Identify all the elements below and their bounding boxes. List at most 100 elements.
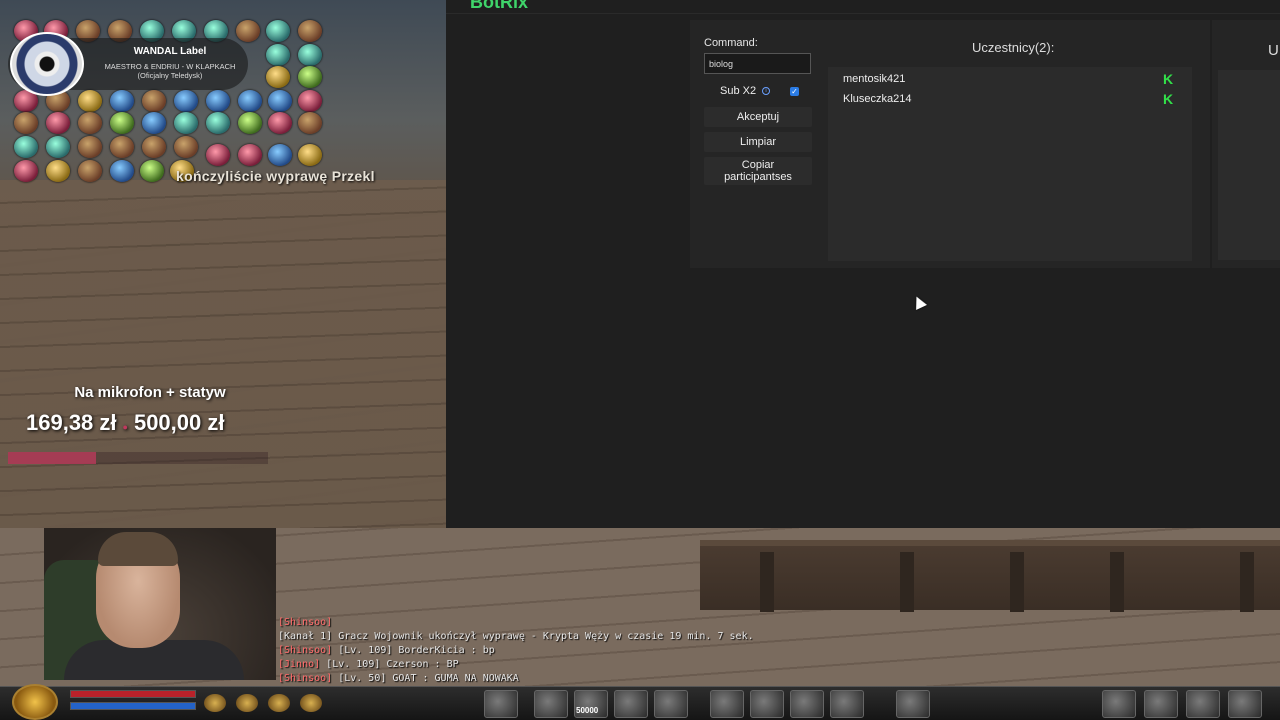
- item-icon[interactable]: [14, 112, 38, 134]
- item-icon[interactable]: [110, 90, 134, 112]
- item-icon[interactable]: [268, 112, 292, 134]
- sub-x2-row: Sub X2 i: [720, 85, 771, 97]
- health-bar: [70, 690, 196, 698]
- system-message: kończyliście wyprawę Przekl: [176, 168, 375, 184]
- item-icon[interactable]: [78, 136, 102, 158]
- donation-separator-dot: ●: [122, 422, 128, 432]
- item-icon[interactable]: [78, 160, 102, 182]
- now-playing-title: WANDAL Label: [133, 46, 207, 57]
- item-icon[interactable]: [266, 44, 290, 66]
- item-icon[interactable]: [266, 66, 290, 88]
- participant-name: Kluseczka214: [843, 93, 912, 105]
- chat-text: [Lv. 50] GOAT : GUMA NA NOWAKA: [332, 673, 519, 684]
- quick-slot-orb[interactable]: [300, 694, 322, 712]
- participant-name: mentosik421: [843, 73, 906, 85]
- item-icon[interactable]: [298, 20, 322, 42]
- item-icon[interactable]: [298, 144, 322, 166]
- skill-slot[interactable]: [750, 690, 784, 718]
- donation-goal-amounts: 169,38 zł ● 500,00 zł: [26, 410, 224, 436]
- donation-goal-label: Na mikrofon + statyw: [74, 384, 226, 401]
- chat-line: [Kanał 1] Gracz Wojownik ukończył wypraw…: [278, 630, 798, 644]
- skill-slot[interactable]: [830, 690, 864, 718]
- item-icon[interactable]: [238, 144, 262, 166]
- item-icon[interactable]: [46, 160, 70, 182]
- menu-slot[interactable]: [1144, 690, 1178, 718]
- item-icon[interactable]: [174, 112, 198, 134]
- accept-button[interactable]: Akceptuj: [704, 107, 812, 127]
- item-icon[interactable]: [206, 144, 230, 166]
- chat-channel-tag: [Shinsoo]: [278, 645, 333, 656]
- item-icon[interactable]: [266, 20, 290, 42]
- item-icon[interactable]: [206, 90, 230, 112]
- quick-slot-orb[interactable]: [204, 694, 226, 712]
- item-icon[interactable]: [268, 144, 292, 166]
- item-icon[interactable]: [142, 136, 166, 158]
- item-icon[interactable]: [238, 112, 262, 134]
- character-orb-icon[interactable]: [12, 684, 58, 720]
- right-panel-box: [1218, 70, 1280, 260]
- chat-channel-tag: [Shinsoo]: [278, 617, 333, 628]
- clear-button[interactable]: Limpiar: [704, 132, 812, 152]
- sub-x2-label: Sub X2: [720, 85, 757, 97]
- item-icon[interactable]: [206, 112, 230, 134]
- item-icon[interactable]: [46, 112, 70, 134]
- menu-slot[interactable]: [1228, 690, 1262, 718]
- item-icon[interactable]: [78, 112, 102, 134]
- menu-slot[interactable]: [1186, 690, 1220, 718]
- chat-text: [Kanał 1] Gracz Wojownik ukończył wypraw…: [278, 631, 754, 642]
- album-art-disc: [10, 32, 84, 96]
- quick-slot-orb[interactable]: [268, 694, 290, 712]
- item-icon[interactable]: [140, 160, 164, 182]
- skill-slot[interactable]: [484, 690, 518, 718]
- hotbar-counter: 50000: [576, 706, 599, 715]
- skill-slot[interactable]: [710, 690, 744, 718]
- item-icon[interactable]: [46, 136, 70, 158]
- item-icon[interactable]: [110, 112, 134, 134]
- item-icon[interactable]: [174, 136, 198, 158]
- kick-logo-icon[interactable]: K: [1163, 72, 1176, 86]
- chat-channel-tag: [Jinno]: [278, 659, 321, 670]
- copy-participants-button[interactable]: Copiar participantses: [704, 157, 812, 185]
- command-input[interactable]: [704, 53, 811, 74]
- item-icon[interactable]: [142, 90, 166, 112]
- donation-progress-fill: [8, 452, 97, 464]
- item-icon[interactable]: [110, 136, 134, 158]
- donation-current: 169,38 zł: [26, 410, 117, 435]
- item-icon[interactable]: [298, 66, 322, 88]
- chat-line: [Jinno] [Lv. 109] Czerson : BP: [278, 658, 798, 672]
- item-icon[interactable]: [174, 90, 198, 112]
- command-label: Command:: [704, 37, 758, 49]
- item-icon[interactable]: [142, 112, 166, 134]
- item-icon[interactable]: [298, 90, 322, 112]
- item-icon[interactable]: [14, 136, 38, 158]
- item-icon[interactable]: [78, 90, 102, 112]
- skill-slot[interactable]: [534, 690, 568, 718]
- chat-line: [Shinsoo] [Lv. 109] BorderKicia : bp: [278, 644, 798, 658]
- item-icon[interactable]: [236, 20, 260, 42]
- skill-slot[interactable]: [614, 690, 648, 718]
- railing-post: [900, 552, 914, 612]
- participants-title: Uczestnicy(2):: [972, 40, 1055, 55]
- app-content: U Command: Sub X2 i ✓ Akceptuj Limpiar C…: [446, 0, 1280, 528]
- railing-post: [1010, 552, 1024, 612]
- item-icon[interactable]: [268, 90, 292, 112]
- chat-text: [Lv. 109] BorderKicia : bp: [332, 645, 495, 656]
- railing-post: [1240, 552, 1254, 612]
- item-icon[interactable]: [238, 90, 262, 112]
- sub-x2-checkbox[interactable]: ✓: [790, 87, 799, 96]
- skill-slot[interactable]: [896, 690, 930, 718]
- info-icon[interactable]: i: [762, 87, 771, 95]
- skill-slot[interactable]: [790, 690, 824, 718]
- skill-slot[interactable]: [654, 690, 688, 718]
- item-icon[interactable]: [110, 160, 134, 182]
- now-playing-subtitle: MAESTRO & ENDRIU - W KLAPKACH (Oficjalny…: [104, 62, 236, 80]
- mana-bar: [70, 702, 196, 710]
- menu-slot[interactable]: [1102, 690, 1136, 718]
- webcam-streamer-hair: [98, 532, 178, 566]
- chat-text: [Lv. 109] Czerson : BP: [320, 659, 459, 670]
- item-icon[interactable]: [298, 44, 322, 66]
- item-icon[interactable]: [14, 160, 38, 182]
- quick-slot-orb[interactable]: [236, 694, 258, 712]
- kick-logo-icon[interactable]: K: [1163, 92, 1176, 106]
- item-icon[interactable]: [298, 112, 322, 134]
